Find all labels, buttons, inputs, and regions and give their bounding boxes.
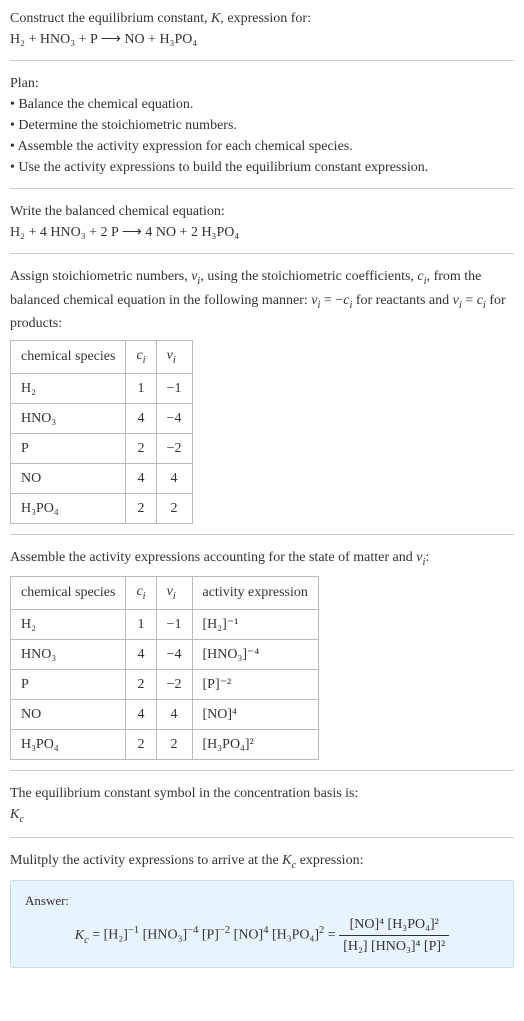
cell-vi: 2 (156, 729, 192, 759)
cell-species: H₂ (11, 373, 126, 403)
cell-vi: 4 (156, 699, 192, 729)
cell-ci: 1 (126, 609, 156, 639)
plan-item: • Balance the chemical equation. (10, 94, 514, 115)
table-row: H₂ 1 −1 (11, 373, 193, 403)
col-vi: νi (156, 341, 192, 374)
cell-vi: −4 (156, 639, 192, 669)
col-ci: ci (126, 341, 156, 374)
cell-ci: 4 (126, 463, 156, 493)
table-row: P 2 −2 (11, 433, 193, 463)
cell-activity: [H₃PO₄]² (192, 729, 318, 759)
cell-vi: −1 (156, 609, 192, 639)
table-row: H₃PO₄ 2 2 (11, 493, 193, 523)
cell-ci: 4 (126, 403, 156, 433)
cell-vi: 2 (156, 493, 192, 523)
cell-ci: 4 (126, 699, 156, 729)
cell-species: H₃PO₄ (11, 493, 126, 523)
activity-section: Assemble the activity expressions accoun… (10, 547, 514, 771)
plan-item: • Assemble the activity expression for e… (10, 136, 514, 157)
table-row: NO 4 4 [NO]⁴ (11, 699, 319, 729)
answer-denominator: [H₂] [HNO₃]⁴ [P]² (339, 936, 449, 957)
balanced-title: Write the balanced chemical equation: (10, 201, 514, 222)
answer-box: Answer: Kc = [H₂]−1 [HNO₃]−4 [P]−2 [NO]4… (10, 880, 514, 969)
symbol-section: The equilibrium constant symbol in the c… (10, 783, 514, 839)
multiply-title: Mulitply the activity expressions to arr… (10, 850, 514, 874)
header-line1: Construct the equilibrium constant, K, e… (10, 8, 514, 29)
answer-numerator: [NO]⁴ [H₃PO₄]² (339, 914, 449, 936)
col-ci: ci (126, 577, 156, 610)
col-vi: νi (156, 577, 192, 610)
table-header-row: chemical species ci νi (11, 341, 193, 374)
cell-species: NO (11, 699, 126, 729)
table-row: P 2 −2 [P]⁻² (11, 669, 319, 699)
cell-vi: −2 (156, 433, 192, 463)
cell-species: P (11, 669, 126, 699)
cell-vi: −2 (156, 669, 192, 699)
header-equation: H₂ + HNO₃ + P ⟶ NO + H₃PO₄ (10, 29, 514, 50)
table-header-row: chemical species ci νi activity expressi… (11, 577, 319, 610)
header-section: Construct the equilibrium constant, K, e… (10, 8, 514, 61)
cell-species: HNO₃ (11, 639, 126, 669)
answer-label: Answer: (25, 891, 499, 911)
stoich-section: Assign stoichiometric numbers, νi, using… (10, 266, 514, 535)
activity-intro: Assemble the activity expressions accoun… (10, 547, 514, 571)
activity-table: chemical species ci νi activity expressi… (10, 576, 319, 760)
cell-species: H₃PO₄ (11, 729, 126, 759)
cell-activity: [H₂]⁻¹ (192, 609, 318, 639)
plan-item: • Determine the stoichiometric numbers. (10, 115, 514, 136)
col-species: chemical species (11, 341, 126, 374)
cell-ci: 4 (126, 639, 156, 669)
plan-title: Plan: (10, 73, 514, 94)
cell-activity: [HNO₃]⁻⁴ (192, 639, 318, 669)
cell-ci: 2 (126, 433, 156, 463)
cell-ci: 1 (126, 373, 156, 403)
col-activity: activity expression (192, 577, 318, 610)
table-row: HNO₃ 4 −4 [HNO₃]⁻⁴ (11, 639, 319, 669)
cell-activity: [NO]⁴ (192, 699, 318, 729)
cell-ci: 2 (126, 493, 156, 523)
symbol-kc: Kc (10, 804, 514, 828)
table-row: NO 4 4 (11, 463, 193, 493)
cell-ci: 2 (126, 669, 156, 699)
cell-ci: 2 (126, 729, 156, 759)
plan-section: Plan: • Balance the chemical equation. •… (10, 73, 514, 189)
table-row: H₂ 1 −1 [H₂]⁻¹ (11, 609, 319, 639)
table-row: H₃PO₄ 2 2 [H₃PO₄]² (11, 729, 319, 759)
cell-vi: 4 (156, 463, 192, 493)
symbol-line1: The equilibrium constant symbol in the c… (10, 783, 514, 804)
cell-vi: −4 (156, 403, 192, 433)
balanced-section: Write the balanced chemical equation: H₂… (10, 201, 514, 254)
cell-activity: [P]⁻² (192, 669, 318, 699)
cell-vi: −1 (156, 373, 192, 403)
plan-item: • Use the activity expressions to build … (10, 157, 514, 178)
cell-species: P (11, 433, 126, 463)
stoich-intro: Assign stoichiometric numbers, νi, using… (10, 266, 514, 334)
table-row: HNO₃ 4 −4 (11, 403, 193, 433)
cell-species: HNO₃ (11, 403, 126, 433)
cell-species: NO (11, 463, 126, 493)
answer-expression: Kc = [H₂]−1 [HNO₃]−4 [P]−2 [NO]4 [H₃PO₄]… (25, 914, 499, 957)
balanced-equation: H₂ + 4 HNO₃ + 2 P ⟶ 4 NO + 2 H₃PO₄ (10, 222, 514, 243)
multiply-section: Mulitply the activity expressions to arr… (10, 850, 514, 968)
cell-species: H₂ (11, 609, 126, 639)
col-species: chemical species (11, 577, 126, 610)
stoich-table: chemical species ci νi H₂ 1 −1 HNO₃ 4 −4… (10, 340, 193, 524)
